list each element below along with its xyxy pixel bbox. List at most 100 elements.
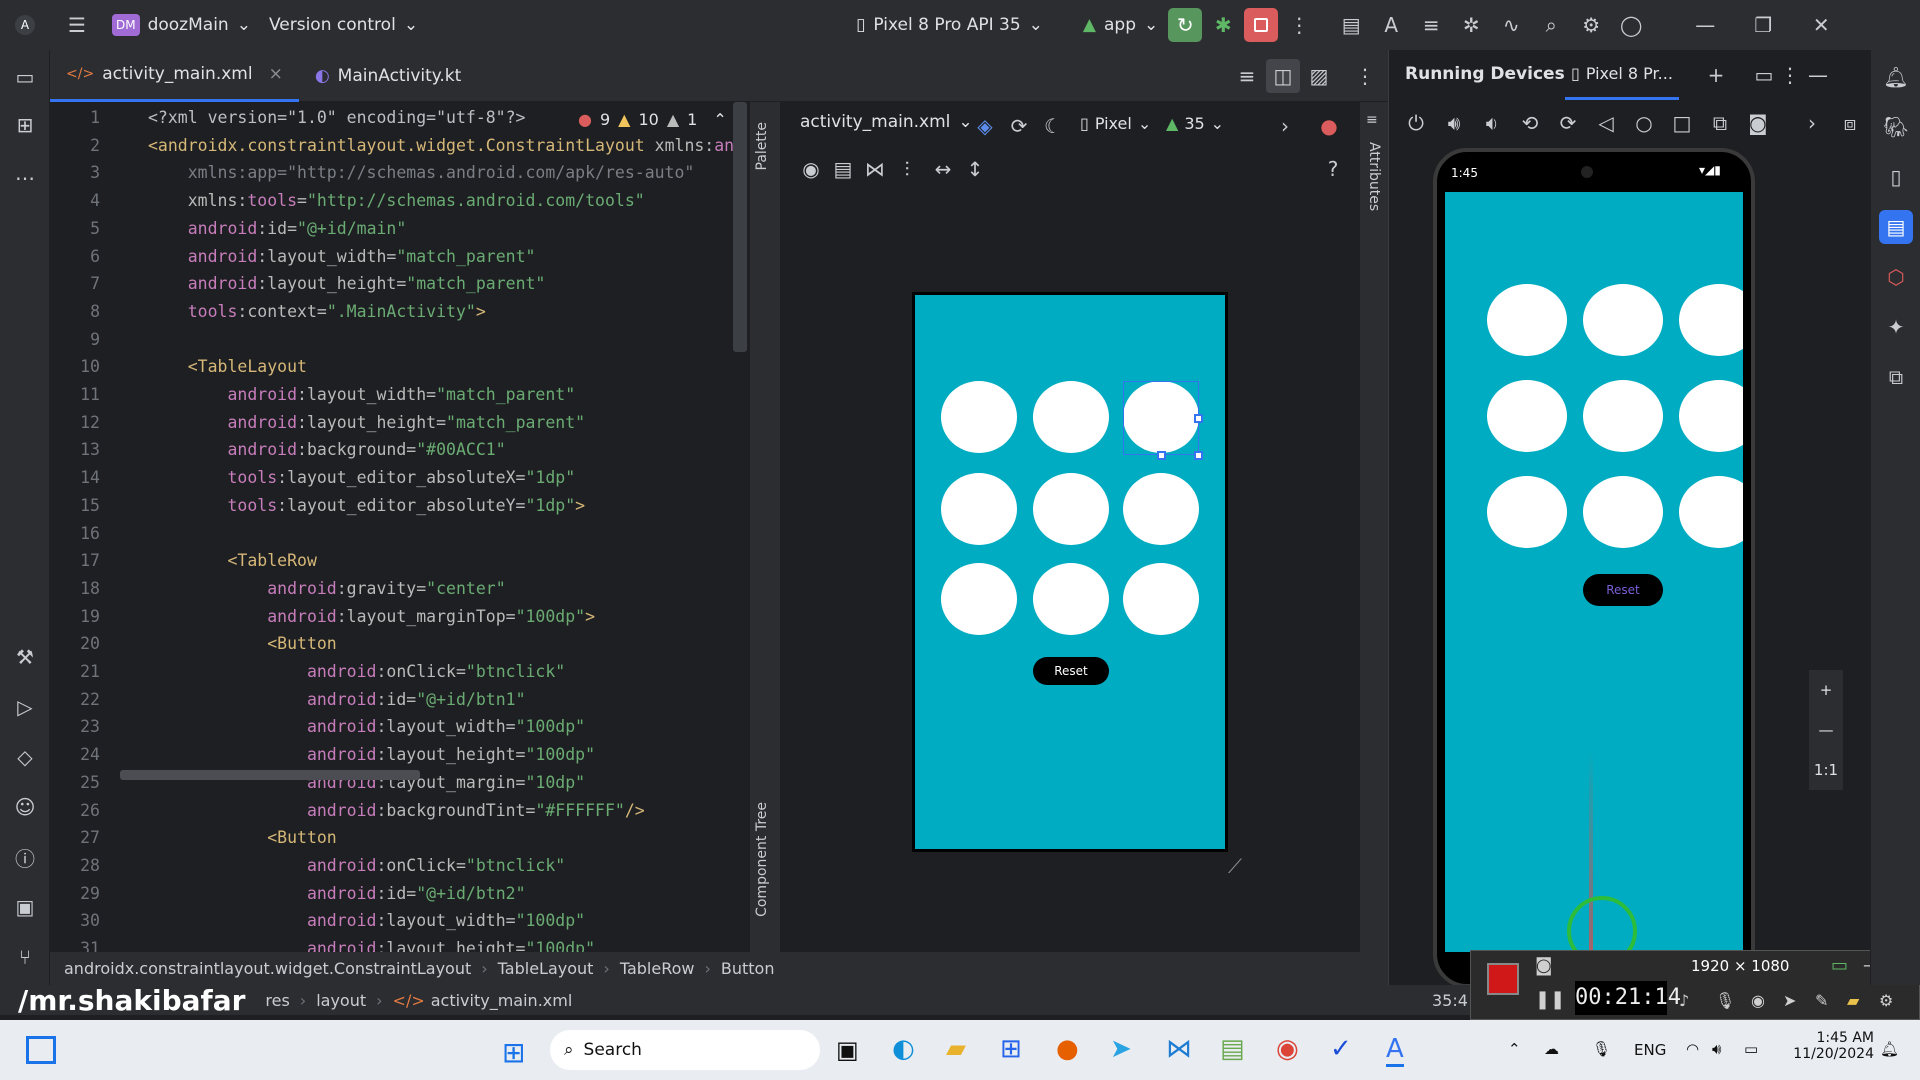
preview-button-9[interactable] bbox=[1123, 563, 1199, 635]
app-button-6[interactable] bbox=[1679, 380, 1743, 452]
app-button-7[interactable] bbox=[1487, 476, 1567, 548]
api-level-selector[interactable]: ▲ 35 ⌄ bbox=[1166, 114, 1224, 133]
language-indicator[interactable]: ENG bbox=[1634, 1041, 1666, 1059]
app-button-3[interactable] bbox=[1679, 284, 1743, 356]
screenshot-icon[interactable]: ◙ bbox=[1535, 955, 1552, 976]
back-icon[interactable]: ◁ bbox=[1589, 106, 1623, 140]
android-studio-taskbar-icon[interactable]: A bbox=[1386, 1034, 1404, 1067]
component-tree-toggle[interactable]: Component Tree bbox=[754, 802, 770, 917]
code-line[interactable]: 18 android:gravity="center" bbox=[50, 579, 730, 607]
hide-panel-icon[interactable]: — bbox=[1801, 58, 1835, 92]
layers-icon[interactable]: ◈ bbox=[968, 109, 1002, 143]
magnet-icon[interactable]: ⋈ bbox=[858, 152, 892, 186]
layout-preview[interactable]: Reset bbox=[912, 292, 1228, 852]
code-line[interactable]: 29 android:id="@+id/btn2" bbox=[50, 884, 730, 912]
git-icon[interactable]: ⑂ bbox=[8, 940, 42, 974]
app-button-4[interactable] bbox=[1487, 380, 1567, 452]
camera-icon[interactable]: ◙ bbox=[1741, 106, 1775, 140]
problems-icon[interactable]: ⓘ bbox=[8, 840, 42, 874]
gem-icon[interactable]: ◇ bbox=[8, 740, 42, 774]
code-line[interactable]: 11 android:layout_width="match_parent" bbox=[50, 385, 730, 413]
resize-handle[interactable] bbox=[1194, 451, 1203, 460]
code-line[interactable]: 16 bbox=[50, 524, 730, 552]
code-line[interactable]: 17 <TableRow bbox=[50, 551, 730, 579]
nav-path-item[interactable]: layout bbox=[316, 991, 366, 1010]
main-menu-icon[interactable]: ☰ bbox=[60, 8, 94, 42]
code-line[interactable]: 19 android:layout_marginTop="100dp"> bbox=[50, 607, 730, 635]
code-line[interactable]: 9 bbox=[50, 330, 730, 358]
inspection-widget[interactable]: ● 9 ▲ 10 ▲ 1 ⌃ ⌄ bbox=[578, 110, 748, 129]
code-line[interactable]: 7 android:layout_height="match_parent" bbox=[50, 274, 730, 302]
file-explorer-icon[interactable]: ▰ bbox=[946, 1034, 966, 1064]
tab-pixel-8-pro[interactable]: ▯ Pixel 8 Pr... bbox=[1565, 50, 1679, 100]
mirror-icon[interactable]: ⧈ bbox=[1833, 106, 1867, 140]
app-button-5[interactable] bbox=[1583, 380, 1663, 452]
run-config-selector[interactable]: ▲ app ⌄ bbox=[1083, 15, 1158, 35]
task-view-icon[interactable]: ▣ bbox=[836, 1036, 859, 1064]
taskbar-search[interactable]: ⌕ Search bbox=[550, 1030, 820, 1070]
phone-screen[interactable]: Reset bbox=[1445, 192, 1743, 952]
widgets-icon[interactable] bbox=[26, 1036, 56, 1064]
more-vertical-icon[interactable]: ⋮ bbox=[1282, 8, 1316, 42]
app-button-9[interactable] bbox=[1679, 476, 1743, 548]
code-line[interactable]: 4 xmlns:tools="http://schemas.android.co… bbox=[50, 191, 730, 219]
volume-up-icon[interactable]: 🔊︎ bbox=[1437, 106, 1471, 140]
account-icon[interactable]: ◯ bbox=[1614, 8, 1648, 42]
app-reset-button[interactable]: Reset bbox=[1583, 574, 1663, 606]
preview-button-7[interactable] bbox=[941, 563, 1017, 635]
constraints-icon[interactable]: ⫶ bbox=[890, 152, 924, 186]
code-line[interactable]: 23 android:layout_width="100dp" bbox=[50, 717, 730, 745]
chevron-right-icon[interactable]: › bbox=[1268, 109, 1302, 143]
code-line[interactable]: 5 android:id="@+id/main" bbox=[50, 219, 730, 247]
breadcrumb-item[interactable]: TableLayout bbox=[498, 959, 594, 978]
folder-icon[interactable]: ▭ bbox=[8, 60, 42, 94]
resize-handle[interactable] bbox=[1157, 451, 1166, 460]
attributes-menu-icon[interactable]: ≡ bbox=[1366, 112, 1378, 128]
resize-handle[interactable] bbox=[1194, 414, 1203, 423]
add-device-icon[interactable]: + bbox=[1699, 58, 1733, 92]
telegram-icon[interactable]: ➤ bbox=[1110, 1034, 1132, 1064]
code-line[interactable]: 22 android:id="@+id/btn1" bbox=[50, 690, 730, 718]
zoom-out-icon[interactable]: — bbox=[1819, 721, 1834, 739]
firefox-icon[interactable]: ● bbox=[1056, 1034, 1079, 1064]
maximize-icon[interactable]: ▭ bbox=[1831, 955, 1848, 976]
chrome-icon[interactable]: ◉ bbox=[1276, 1034, 1299, 1064]
profiler-icon[interactable]: ∿ bbox=[1494, 8, 1528, 42]
more-horizontal-icon[interactable]: … bbox=[8, 156, 42, 190]
pen-icon[interactable]: ✎ bbox=[1815, 991, 1828, 1010]
code-line[interactable]: 24 android:layout_height="100dp" bbox=[50, 745, 730, 773]
app-button-8[interactable] bbox=[1583, 476, 1663, 548]
project-selector[interactable]: DM doozMain ⌄ bbox=[112, 14, 251, 36]
stop-record-button[interactable] bbox=[1487, 963, 1519, 995]
code-line[interactable]: 28 android:onClick="btnclick" bbox=[50, 856, 730, 884]
overview-icon[interactable]: □ bbox=[1665, 106, 1699, 140]
eye-icon[interactable]: ◉ bbox=[794, 152, 828, 186]
vpn-app-icon[interactable]: ✓ bbox=[1330, 1034, 1352, 1064]
layout-file-selector[interactable]: activity_main.xml ⌄ bbox=[800, 112, 973, 132]
preview-button-5[interactable] bbox=[1033, 473, 1109, 545]
pause-icon[interactable]: ❚❚ bbox=[1535, 989, 1565, 1010]
code-line[interactable]: 26 android:backgroundTint="#FFFFFF"/> bbox=[50, 801, 730, 829]
code-line[interactable]: 27 <Button bbox=[50, 828, 730, 856]
chevron-right-icon[interactable]: › bbox=[1795, 106, 1829, 140]
clock[interactable]: 1:45 AM 11/20/2024 bbox=[1774, 1030, 1874, 1062]
hammer-icon[interactable]: ⚒ bbox=[8, 640, 42, 674]
horizontal-scrollbar[interactable] bbox=[120, 770, 420, 780]
help-icon[interactable]: ? bbox=[1316, 152, 1350, 186]
resize-corner-icon[interactable]: ⟋ bbox=[1228, 854, 1242, 878]
code-line[interactable]: 3 xmlns:app="http://schemas.android.com/… bbox=[50, 163, 730, 191]
debug-icon[interactable]: ✱ bbox=[1206, 8, 1240, 42]
vscode-icon[interactable]: ⋈ bbox=[1166, 1034, 1192, 1064]
device-selector[interactable]: ▯ Pixel 8 Pro API 35 ⌄ bbox=[856, 15, 1043, 35]
logcat-icon[interactable]: ☺ bbox=[8, 790, 42, 824]
code-line[interactable]: 30 android:layout_width="100dp" bbox=[50, 911, 730, 939]
preview-button-2[interactable] bbox=[1033, 381, 1109, 453]
preview-reset-button[interactable]: Reset bbox=[1033, 657, 1109, 685]
folder-icon[interactable]: ▰ bbox=[1847, 991, 1859, 1010]
apply-changes-icon[interactable]: ↻ bbox=[1168, 8, 1203, 42]
tab-activity-main-xml[interactable]: </> activity_main.xml × bbox=[50, 50, 299, 102]
breadcrumb-item[interactable]: Button bbox=[721, 959, 775, 978]
edge-icon[interactable]: ◐ bbox=[892, 1034, 915, 1064]
rotate-left-icon[interactable]: ⟲ bbox=[1513, 106, 1547, 140]
code-line[interactable]: 8 tools:context=".MainActivity"> bbox=[50, 302, 730, 330]
